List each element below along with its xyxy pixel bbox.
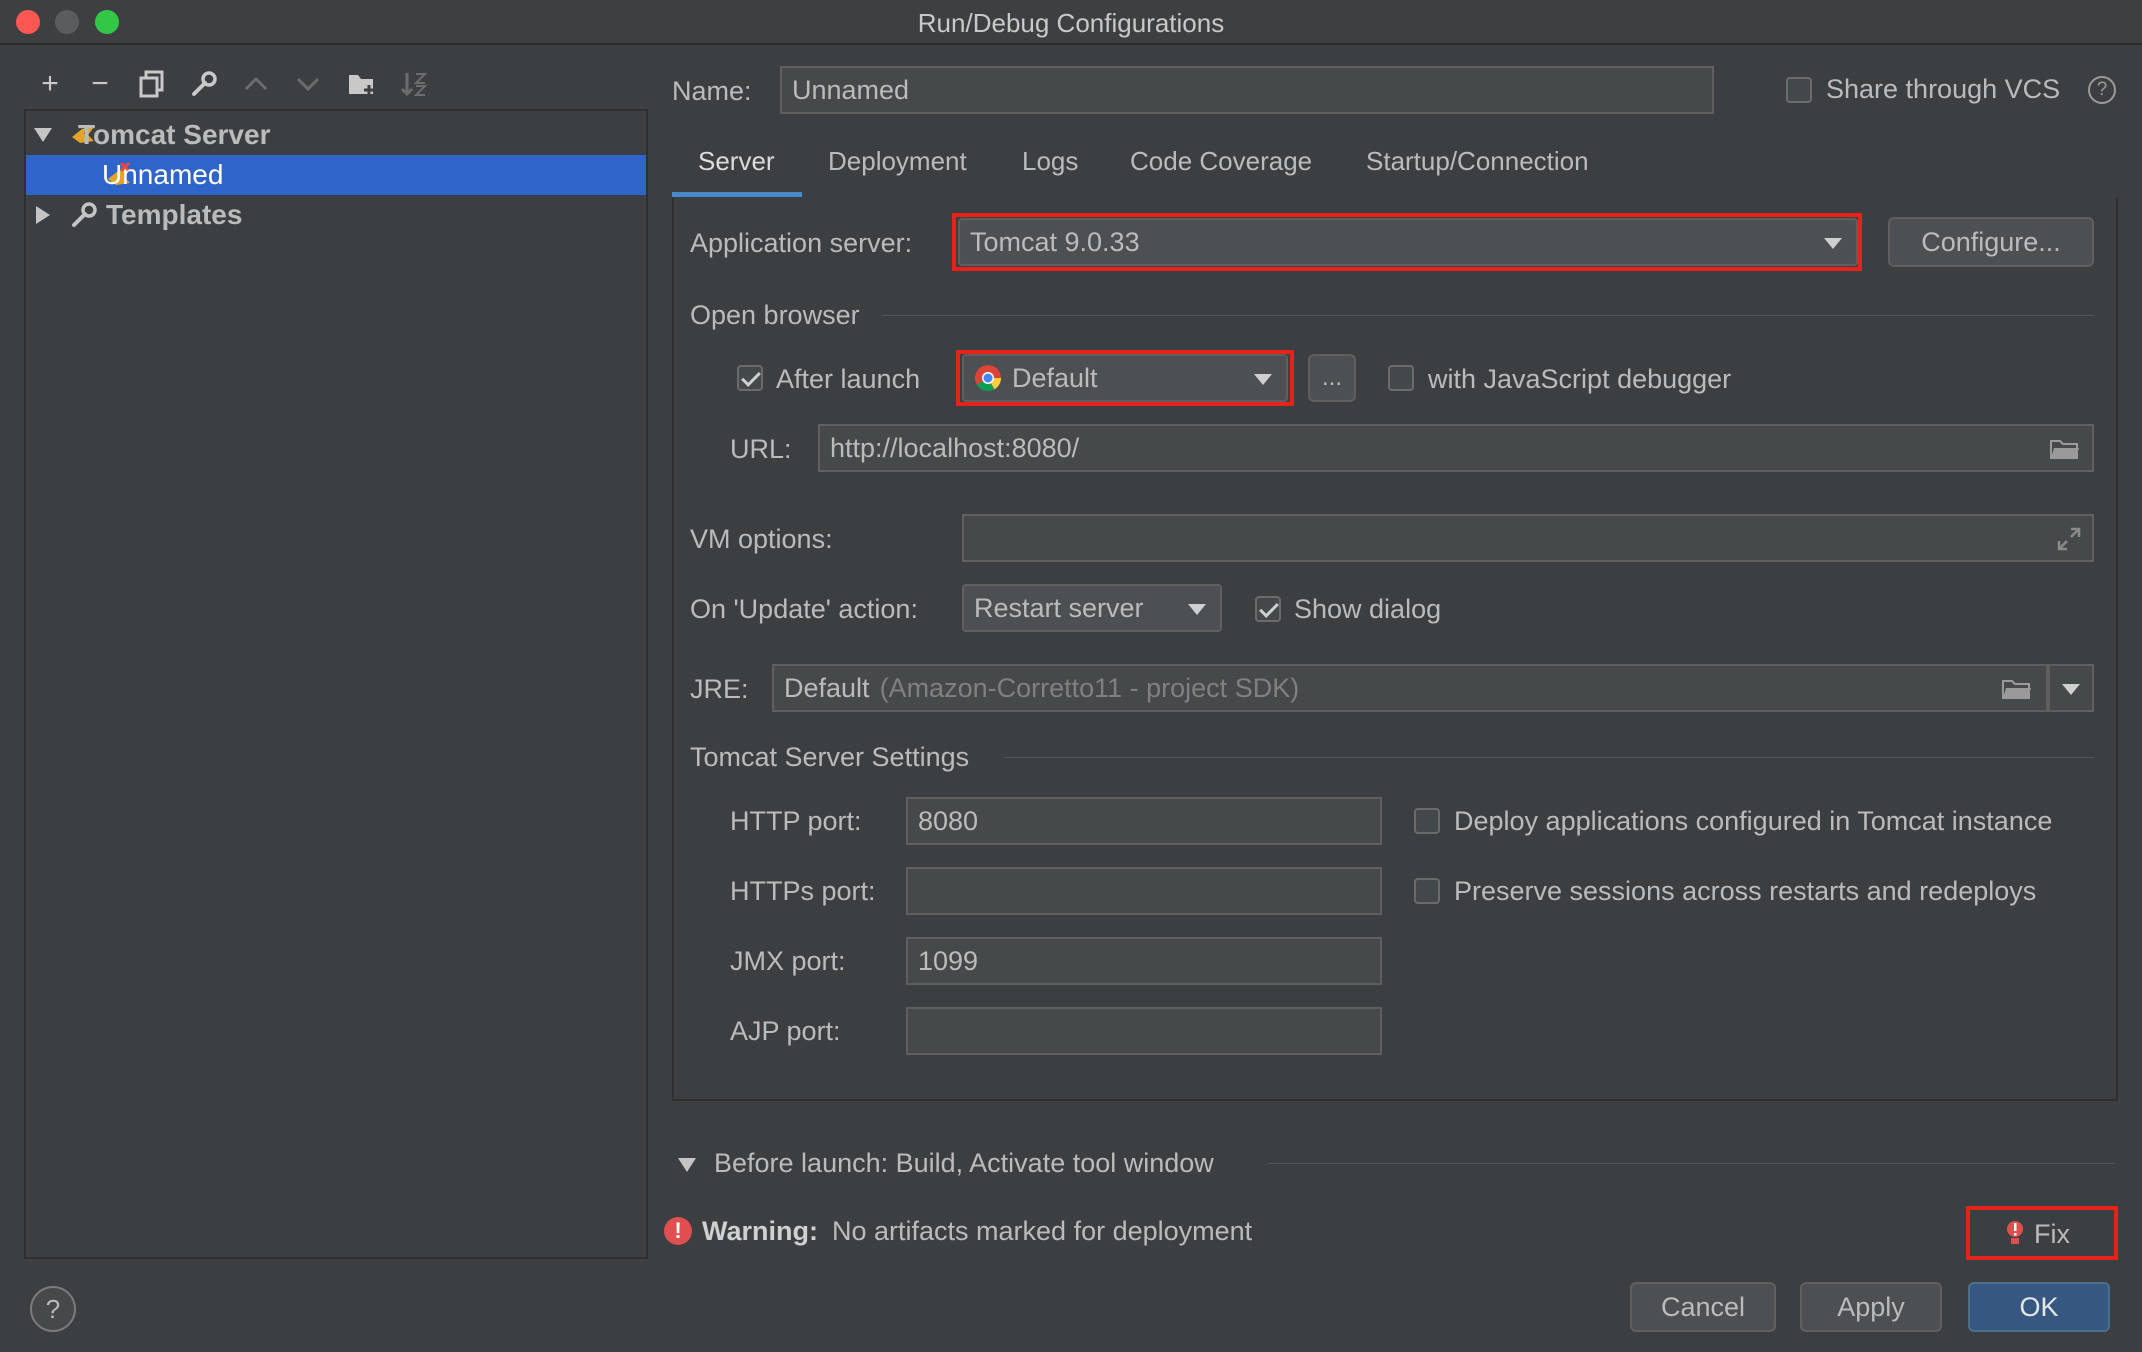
warning-title: Warning: <box>702 1216 818 1246</box>
warning-message: No artifacts marked for deployment <box>832 1216 1253 1246</box>
add-icon[interactable]: + <box>30 62 70 106</box>
tree-item-templates[interactable]: Templates <box>26 195 646 235</box>
update-action-label: On 'Update' action: <box>690 594 918 624</box>
deploy-apps-label: Deploy applications configured in Tomcat… <box>1454 806 2053 836</box>
tab-code-coverage[interactable]: Code Coverage <box>1130 146 1312 177</box>
ajp-port-label: AJP port: <box>730 1016 841 1046</box>
remove-icon[interactable]: − <box>80 62 120 106</box>
warning-icon: ! <box>664 1217 692 1245</box>
https-port-input[interactable] <box>906 867 1382 915</box>
jre-input[interactable]: Default (Amazon-Corretto11 - project SDK… <box>772 664 2048 712</box>
move-up-icon[interactable] <box>236 62 276 106</box>
http-port-label: HTTP port: <box>730 806 862 836</box>
jre-dropdown-button[interactable] <box>2048 664 2094 712</box>
tree-item-label: Templates <box>106 199 243 230</box>
jmx-port-label: JMX port: <box>730 946 846 976</box>
divider <box>1268 1163 2114 1164</box>
chevron-down-icon[interactable] <box>678 1158 696 1172</box>
show-dialog-checkbox[interactable] <box>1255 596 1281 622</box>
config-tree: Tomcat Server Unnamed Templates <box>24 109 648 1259</box>
expand-icon[interactable] <box>2056 526 2082 552</box>
vm-options-input[interactable] <box>962 514 2094 562</box>
highlight-box <box>956 350 1294 406</box>
update-action-value: Restart server <box>974 592 1144 623</box>
jre-label: JRE: <box>690 674 749 704</box>
help-icon[interactable]: ? <box>2088 76 2116 104</box>
tree-item-tomcat-server[interactable]: Tomcat Server <box>26 115 646 155</box>
https-port-label: HTTPs port: <box>730 876 876 906</box>
cancel-button[interactable]: Cancel <box>1630 1282 1776 1332</box>
js-debugger-label: with JavaScript debugger <box>1428 364 1732 394</box>
http-port-input[interactable]: 8080 <box>906 797 1382 845</box>
browser-options-button[interactable]: ... <box>1308 354 1356 402</box>
ok-button[interactable]: OK <box>1968 1282 2110 1332</box>
jmx-port-input[interactable]: 1099 <box>906 937 1382 985</box>
apply-button[interactable]: Apply <box>1800 1282 1942 1332</box>
tree-item-label: Unnamed <box>102 159 224 190</box>
move-down-icon[interactable] <box>288 62 328 106</box>
name-label: Name: <box>672 76 752 106</box>
wrench-icon[interactable] <box>184 62 224 106</box>
before-launch-label[interactable]: Before launch: Build, Activate tool wind… <box>714 1148 1214 1179</box>
chevron-right-icon[interactable] <box>36 206 50 224</box>
after-launch-label: After launch <box>776 364 921 394</box>
divider <box>882 315 2094 316</box>
tree-item-label: Tomcat Server <box>78 119 271 150</box>
chevron-down-icon[interactable] <box>34 128 52 142</box>
app-server-label: Application server: <box>690 228 913 258</box>
url-input[interactable]: http://localhost:8080/ <box>818 424 2094 472</box>
share-vcs-label: Share through VCS <box>1826 74 2061 104</box>
url-label: URL: <box>730 434 792 464</box>
jre-value: Default <box>784 672 870 703</box>
divider <box>1004 757 2094 758</box>
folder-icon[interactable] <box>2050 438 2080 460</box>
help-icon[interactable]: ? <box>30 1286 76 1332</box>
jre-hint: (Amazon-Corretto11 - project SDK) <box>879 672 1300 703</box>
update-action-select[interactable]: Restart server <box>962 584 1222 632</box>
tab-startup-connection[interactable]: Startup/Connection <box>1366 146 1589 177</box>
server-tab-panel <box>672 197 2118 1101</box>
chevron-down-icon <box>1188 604 1206 615</box>
tomcat-settings-label: Tomcat Server Settings <box>690 742 970 772</box>
show-dialog-label: Show dialog <box>1294 594 1442 624</box>
highlight-box <box>1966 1206 2118 1260</box>
open-browser-label: Open browser <box>690 300 860 330</box>
preserve-sessions-label: Preserve sessions across restarts and re… <box>1454 876 2037 906</box>
wrench-icon <box>72 202 97 227</box>
folder-icon[interactable] <box>2002 678 2032 700</box>
new-folder-icon[interactable] <box>342 62 382 106</box>
deploy-apps-checkbox[interactable] <box>1414 808 1440 834</box>
tab-server[interactable]: Server <box>698 146 775 177</box>
copy-icon[interactable] <box>132 62 172 106</box>
preserve-sessions-checkbox[interactable] <box>1414 878 1440 904</box>
window-title: Run/Debug Configurations <box>917 8 1225 38</box>
tree-item-unnamed[interactable]: Unnamed <box>26 155 646 195</box>
sort-icon[interactable] <box>394 62 434 106</box>
title-bar: Run/Debug Configurations <box>0 0 2142 45</box>
share-vcs-checkbox[interactable] <box>1786 77 1812 103</box>
chevron-down-icon <box>2062 684 2080 695</box>
after-launch-checkbox[interactable] <box>737 365 763 391</box>
tab-deployment[interactable]: Deployment <box>828 146 967 177</box>
configure-button[interactable]: Configure... <box>1888 217 2094 267</box>
highlight-box <box>952 213 1862 271</box>
name-input[interactable]: Unnamed <box>780 66 1714 114</box>
ajp-port-input[interactable] <box>906 1007 1382 1055</box>
vm-options-label: VM options: <box>690 524 833 554</box>
url-value: http://localhost:8080/ <box>830 432 1080 463</box>
tab-logs[interactable]: Logs <box>1022 146 1078 177</box>
js-debugger-checkbox[interactable] <box>1388 365 1414 391</box>
